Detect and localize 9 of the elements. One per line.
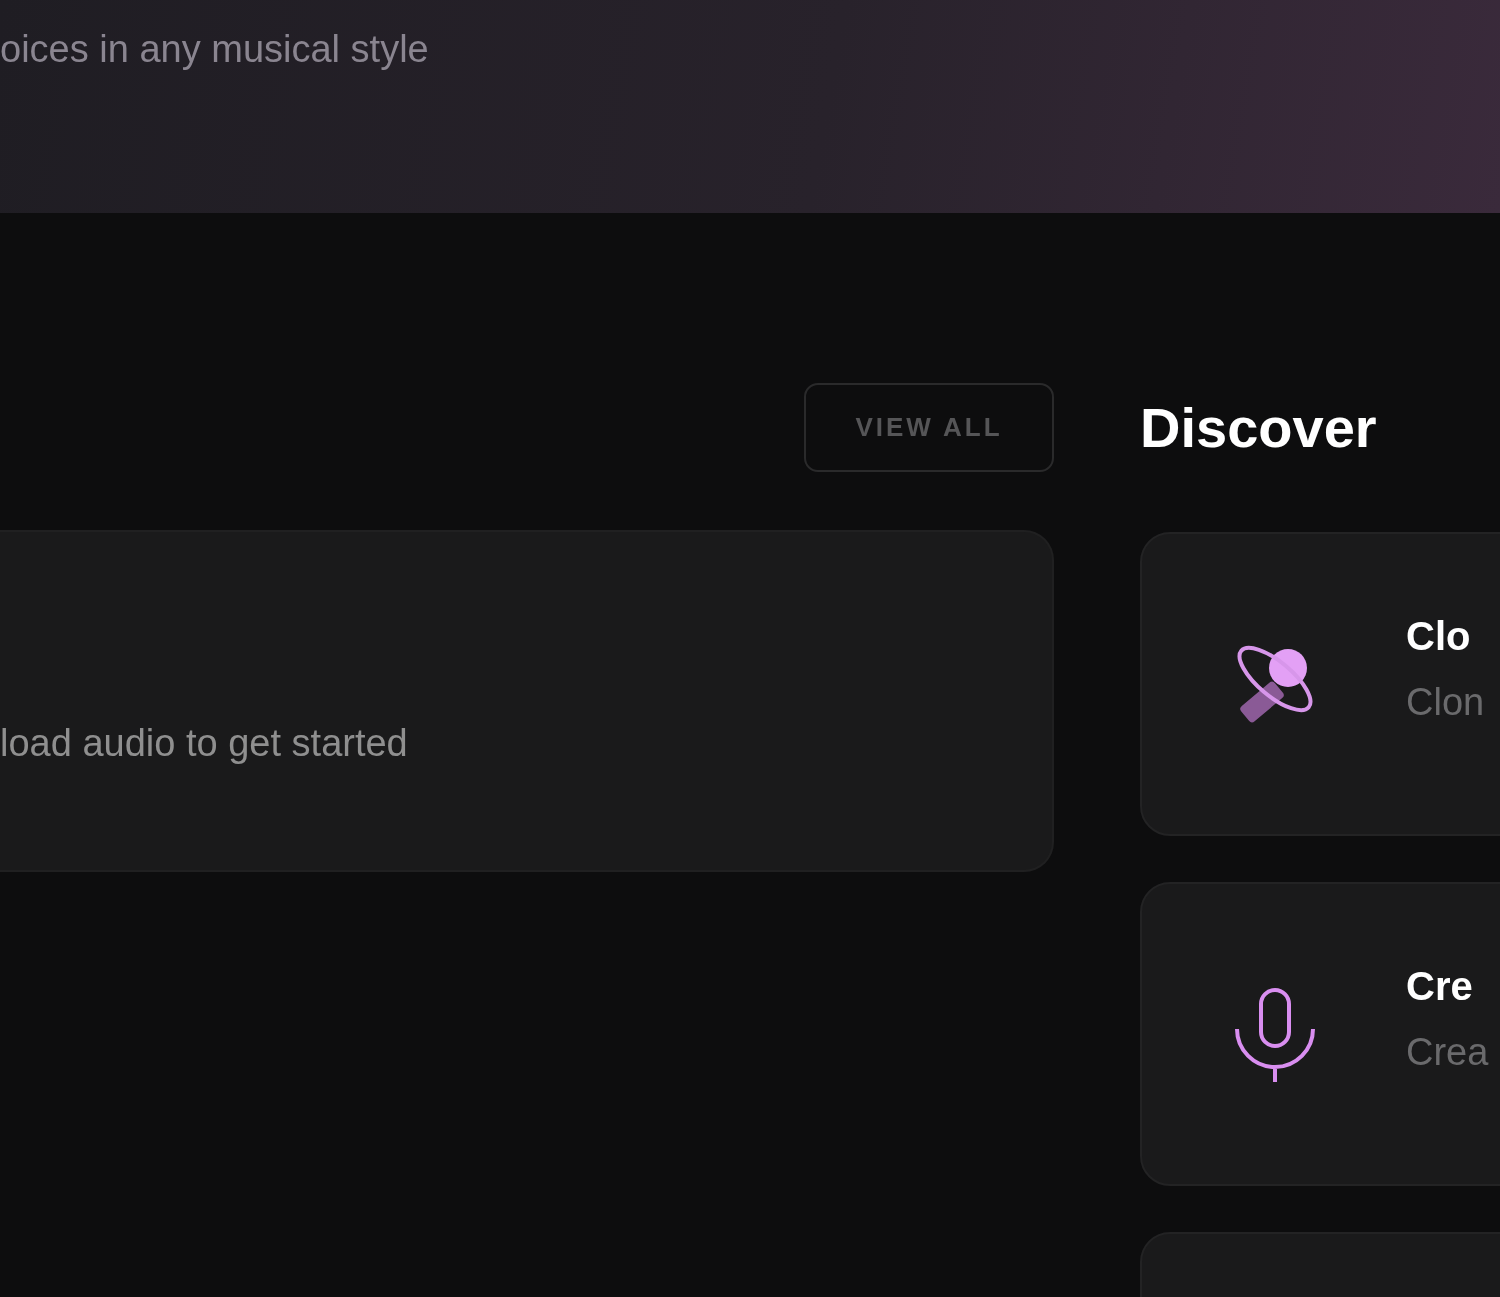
header-subtitle: oices in any musical style (0, 28, 430, 71)
empty-message: load audio to get started (0, 722, 408, 765)
feature-card[interactable]: Clo Clon (1140, 532, 1500, 836)
card-subtitle: Crea (1406, 1031, 1489, 1074)
card-title: Cre (1406, 964, 1474, 1009)
section-title: Discover (1140, 396, 1377, 460)
feature-card[interactable]: Cre Crea (1140, 882, 1500, 1186)
card-title: Clo (1406, 614, 1472, 659)
card-subtitle: Clon (1406, 681, 1485, 724)
